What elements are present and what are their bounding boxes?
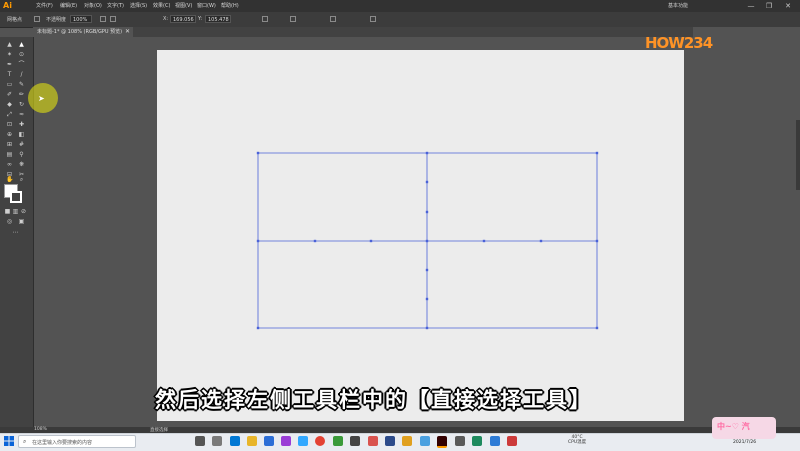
grid-object[interactable] (0, 0, 800, 450)
illustrator-icon[interactable] (437, 436, 447, 448)
anchor-point[interactable] (425, 180, 429, 184)
arrow-cursor-icon: ➤ (38, 94, 45, 103)
widgets-icon[interactable] (212, 436, 222, 446)
photoshop-icon[interactable] (298, 436, 308, 446)
anchor-point[interactable] (313, 239, 317, 243)
anchor-point[interactable] (482, 239, 486, 243)
task-view-icon[interactable] (195, 436, 205, 446)
app-icon-4[interactable] (368, 436, 378, 446)
anchor-point[interactable] (369, 239, 373, 243)
windows-start-icon[interactable] (4, 436, 14, 446)
premiere-icon[interactable] (281, 436, 291, 446)
app-icon-1[interactable] (264, 436, 274, 446)
anchor-point[interactable] (539, 239, 543, 243)
cpu-temp-label: CPU温度 (568, 440, 587, 445)
app-icon-5[interactable] (385, 436, 395, 446)
cpu-temp-widget[interactable]: 40°C CPU温度 (568, 435, 586, 445)
anchor-point[interactable] (256, 239, 260, 243)
chrome-icon[interactable] (315, 436, 325, 446)
app-icon-11[interactable] (507, 436, 517, 446)
taskbar-search-placeholder: 在这里输入你要搜索的内容 (32, 440, 93, 446)
search-icon: ⌕ (23, 438, 27, 445)
app-icon-3[interactable] (350, 436, 360, 446)
anchor-point[interactable] (256, 326, 260, 330)
file-explorer-icon[interactable] (247, 436, 257, 446)
watermark-logo: HOW234 (645, 34, 713, 52)
edge-icon[interactable] (230, 436, 240, 446)
app-icon-6[interactable] (402, 436, 412, 446)
anchor-point[interactable] (425, 239, 429, 243)
anchor-point[interactable] (425, 210, 429, 214)
app-icon-7[interactable] (420, 436, 430, 446)
collapsed-panels[interactable] (796, 120, 800, 190)
app-icon-2[interactable] (333, 436, 343, 446)
anchor-point[interactable] (425, 268, 429, 272)
app-icon-9[interactable] (472, 436, 482, 446)
anchor-point[interactable] (595, 151, 599, 155)
anchor-point[interactable] (256, 151, 260, 155)
anchor-point[interactable] (595, 239, 599, 243)
corner-badge-text: 中~♡ 汽 (717, 422, 750, 431)
video-subtitle: 然后选择左侧工具栏中的【直接选择工具】 (155, 388, 592, 412)
clock-date: 2021/7/26 (733, 440, 757, 445)
anchor-point[interactable] (595, 326, 599, 330)
app-icon-10[interactable] (490, 436, 500, 446)
anchor-point[interactable] (425, 297, 429, 301)
zoom-level[interactable]: 108% (34, 427, 47, 432)
anchor-point[interactable] (425, 326, 429, 330)
app-icon-8[interactable] (455, 436, 465, 446)
right-panel-dock (693, 27, 800, 427)
anchor-point[interactable] (425, 151, 429, 155)
